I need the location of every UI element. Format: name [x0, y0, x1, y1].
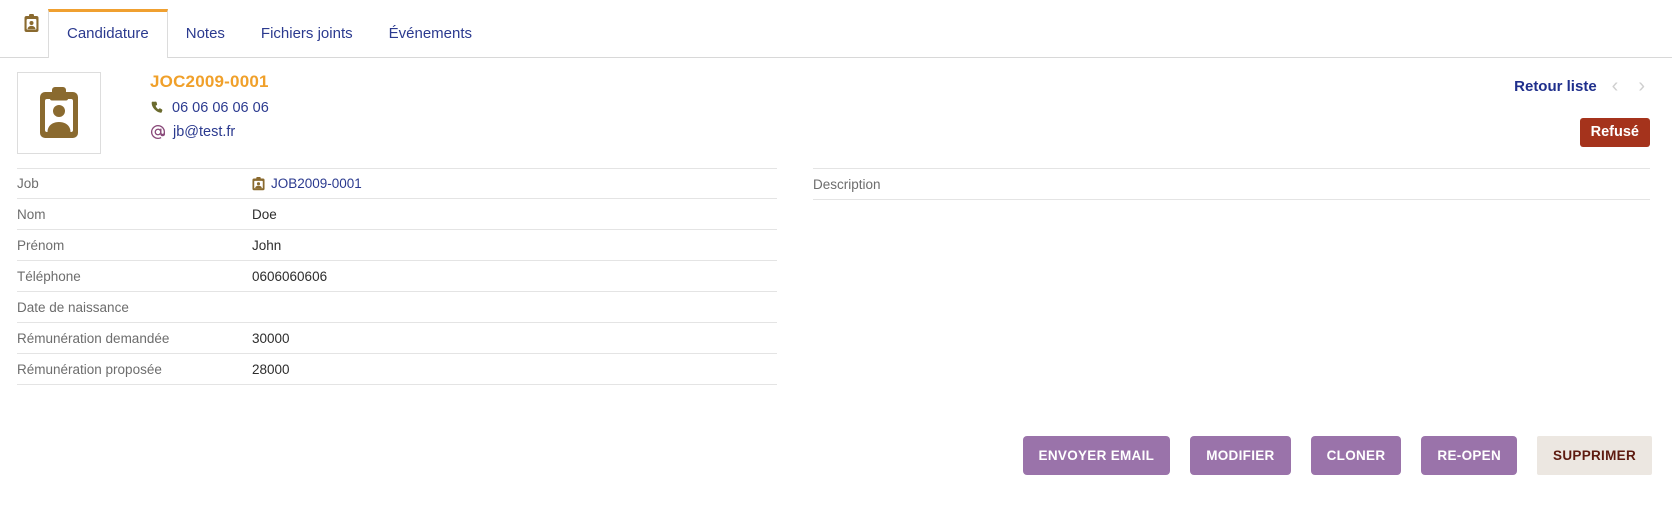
tab-label: Notes [185, 25, 225, 42]
chevron-right-icon[interactable]: › [1633, 76, 1650, 96]
field-label: Prénom [17, 237, 65, 253]
action-button-bar: ENVOYER EMAIL MODIFIER CLONER RE-OPEN SU… [1022, 436, 1652, 475]
description-value [813, 200, 1650, 390]
tab-label: Candidature [67, 25, 149, 42]
email-row: jb@test.fr [150, 122, 269, 142]
field-row-date-de-naissance: Date de naissance [17, 292, 777, 323]
tab-label: Fichiers joints [260, 25, 353, 42]
phone-row: 06 06 06 06 06 [150, 98, 269, 118]
tab-bar: Candidature Notes Fichiers joints Événem… [0, 0, 1672, 58]
avatar [17, 72, 101, 154]
tab-label: Événements [388, 25, 473, 42]
field-label: Téléphone [17, 268, 81, 284]
tab-notes[interactable]: Notes [168, 11, 243, 57]
field-row-remuneration-demandee: Rémunération demandée 30000 [17, 323, 777, 354]
tab-fichiers-joints[interactable]: Fichiers joints [243, 11, 371, 57]
back-row: Retour liste ‹ › [1514, 76, 1650, 96]
send-email-button[interactable]: ENVOYER EMAIL [1022, 436, 1171, 475]
description-panel: Description [795, 168, 1672, 390]
field-row-prenom: Prénom John [17, 230, 777, 261]
edit-button[interactable]: MODIFIER [1190, 436, 1291, 475]
field-value-nom: Doe [252, 206, 277, 222]
field-value-job[interactable]: JOB2009-0001 [252, 176, 362, 191]
email-value: jb@test.fr [173, 124, 236, 140]
delete-button[interactable]: SUPPRIMER [1537, 436, 1652, 475]
field-value-text: JOB2009-0001 [271, 176, 362, 191]
field-row-nom: Nom Doe [17, 199, 777, 230]
field-label: Date de naissance [17, 299, 129, 315]
description-label: Description [813, 169, 1650, 200]
job-badge-icon [252, 176, 265, 191]
description-block: Description [813, 168, 1650, 390]
field-list: Job JOB2009-0001 Nom Doe Prénom John Tél… [0, 168, 795, 390]
id-badge-icon [40, 87, 78, 138]
field-row-job: Job JOB2009-0001 [17, 168, 777, 199]
back-to-list-link[interactable]: Retour liste [1514, 78, 1597, 95]
application-window: Candidature Notes Fichiers joints Événem… [0, 0, 1672, 512]
tab-candidature[interactable]: Candidature [48, 9, 168, 58]
chevron-left-icon[interactable]: ‹ [1607, 76, 1624, 96]
field-label: Rémunération demandée [17, 330, 170, 346]
field-value-remuneration-demandee: 30000 [252, 330, 290, 346]
phone-value: 06 06 06 06 06 [172, 100, 269, 116]
tab-evenements[interactable]: Événements [371, 11, 490, 57]
field-value-prenom: John [252, 237, 282, 253]
record-body: Job JOB2009-0001 Nom Doe Prénom John Tél… [0, 168, 1672, 390]
field-row-telephone: Téléphone 0606060606 [17, 261, 777, 292]
field-value-telephone: 0606060606 [252, 268, 328, 284]
field-label: Job [17, 176, 39, 191]
clone-button[interactable]: CLONER [1310, 436, 1402, 475]
phone-icon [150, 101, 165, 116]
header-info: JOC2009-0001 06 06 06 06 06 jb@test.fr [150, 72, 269, 146]
id-badge-icon [14, 0, 48, 57]
at-sign-icon [150, 124, 166, 140]
field-label: Rémunération proposée [17, 361, 162, 377]
record-header: JOC2009-0001 06 06 06 06 06 jb@test.fr R… [0, 58, 1672, 168]
reopen-button[interactable]: RE-OPEN [1421, 436, 1518, 475]
header-actions: Retour liste ‹ › Refusé [1514, 76, 1650, 147]
page-title: JOC2009-0001 [150, 72, 269, 91]
field-value-remuneration-proposee: 28000 [252, 361, 290, 377]
field-row-remuneration-proposee: Rémunération proposée 28000 [17, 354, 777, 385]
field-label: Nom [17, 206, 46, 222]
status-badge: Refusé [1579, 118, 1650, 147]
